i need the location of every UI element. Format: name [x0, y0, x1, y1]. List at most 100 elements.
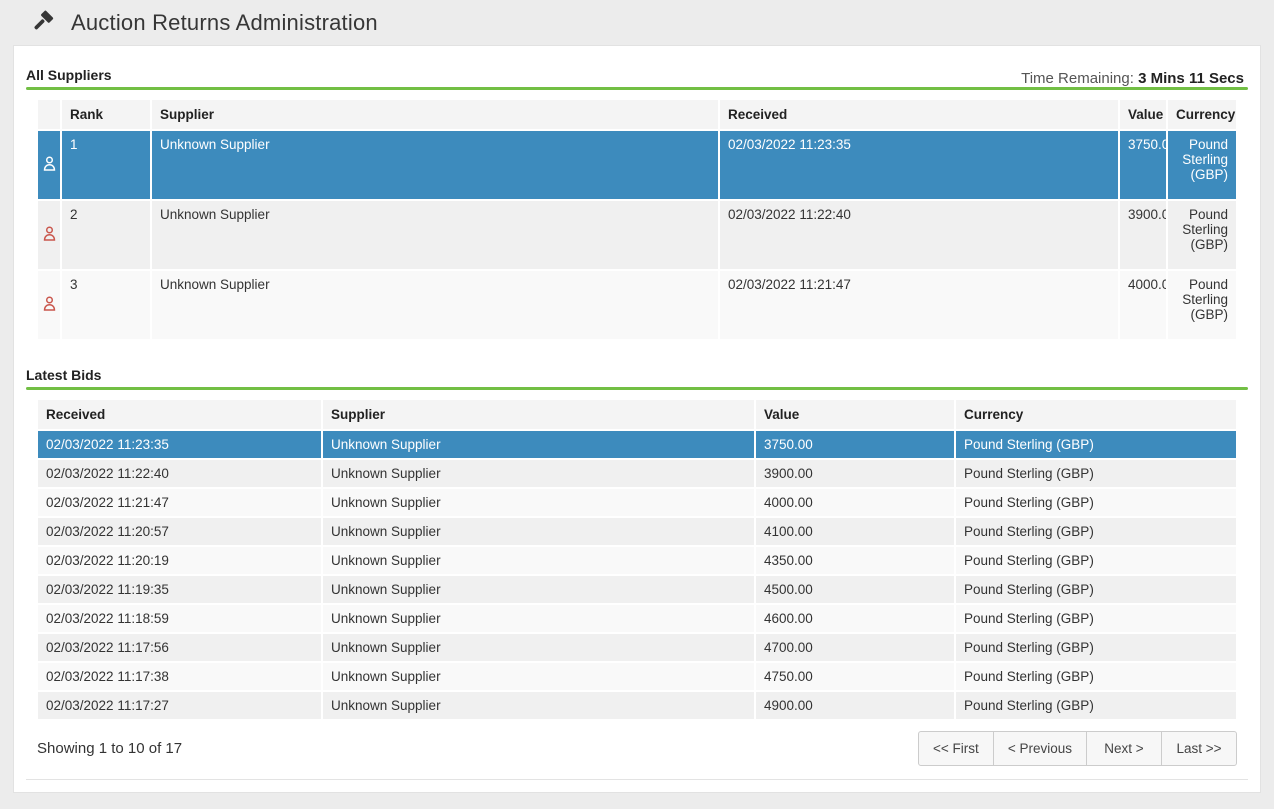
pagination: << First < Previous Next > Last >> — [918, 731, 1237, 766]
value-cell: 4100.00 — [755, 517, 955, 546]
status-column-header — [37, 99, 61, 130]
received-cell: 02/03/2022 11:19:35 — [37, 575, 322, 604]
section-divider — [26, 387, 1248, 390]
currency-cell: Pound Sterling (GBP) — [1167, 270, 1237, 340]
next-page-button[interactable]: Next > — [1086, 731, 1162, 766]
received-cell: 02/03/2022 11:17:56 — [37, 633, 322, 662]
supplier-cell: Unknown Supplier — [322, 488, 755, 517]
page-header: Auction Returns Administration — [0, 0, 1274, 45]
received-column-header: Received — [37, 399, 322, 430]
received-cell: 02/03/2022 11:22:40 — [37, 459, 322, 488]
table-row[interactable]: 02/03/2022 11:18:59 Unknown Supplier 460… — [37, 604, 1237, 633]
supplier-cell: Unknown Supplier — [151, 270, 719, 340]
page-title: Auction Returns Administration — [71, 10, 378, 36]
value-cell: 4350.00 — [755, 546, 955, 575]
value-cell: 4600.00 — [755, 604, 955, 633]
supplier-cell: Unknown Supplier — [322, 633, 755, 662]
supplier-cell: Unknown Supplier — [322, 575, 755, 604]
received-cell: 02/03/2022 11:23:35 — [719, 130, 1119, 200]
received-cell: 02/03/2022 11:17:38 — [37, 662, 322, 691]
table-header-row: Rank Supplier Received Value Currency — [37, 99, 1237, 130]
received-column-header: Received — [719, 99, 1119, 130]
table-row[interactable]: 02/03/2022 11:17:38 Unknown Supplier 475… — [37, 662, 1237, 691]
value-cell: 4900.00 — [755, 691, 955, 720]
first-page-button[interactable]: << First — [918, 731, 994, 766]
table-row[interactable]: 2 Unknown Supplier 02/03/2022 11:22:40 3… — [37, 200, 1237, 270]
supplier-cell: Unknown Supplier — [151, 130, 719, 200]
supplier-cell: Unknown Supplier — [322, 517, 755, 546]
currency-cell: Pound Sterling (GBP) — [955, 517, 1237, 546]
time-remaining: Time Remaining: 3 Mins 11 Secs — [1021, 70, 1244, 87]
last-page-button[interactable]: Last >> — [1161, 731, 1237, 766]
received-cell: 02/03/2022 11:20:57 — [37, 517, 322, 546]
table-row[interactable]: 02/03/2022 11:22:40 Unknown Supplier 390… — [37, 459, 1237, 488]
table-row[interactable]: 02/03/2022 11:20:19 Unknown Supplier 435… — [37, 546, 1237, 575]
received-cell: 02/03/2022 11:17:27 — [37, 691, 322, 720]
value-cell: 4500.00 — [755, 575, 955, 604]
currency-cell: Pound Sterling (GBP) — [1167, 130, 1237, 200]
value-cell: 3750.00 — [1119, 130, 1167, 200]
value-cell: 4700.00 — [755, 633, 955, 662]
currency-cell: Pound Sterling (GBP) — [955, 662, 1237, 691]
table-row[interactable]: 02/03/2022 11:19:35 Unknown Supplier 450… — [37, 575, 1237, 604]
value-cell: 3900.00 — [755, 459, 955, 488]
all-suppliers-table: Rank Supplier Received Value Currency 1 … — [37, 99, 1237, 340]
supplier-cell: Unknown Supplier — [322, 691, 755, 720]
person-offline-icon — [42, 225, 57, 242]
value-cell: 4750.00 — [755, 662, 955, 691]
value-column-header: Value — [1119, 99, 1167, 130]
latest-bids-title: Latest Bids — [26, 367, 1248, 383]
currency-cell: Pound Sterling (GBP) — [955, 691, 1237, 720]
currency-cell: Pound Sterling (GBP) — [955, 575, 1237, 604]
table-row[interactable]: 02/03/2022 11:17:27 Unknown Supplier 490… — [37, 691, 1237, 720]
currency-column-header: Currency — [955, 399, 1237, 430]
table-row[interactable]: 02/03/2022 11:17:56 Unknown Supplier 470… — [37, 633, 1237, 662]
rank-cell: 3 — [61, 270, 151, 340]
received-cell: 02/03/2022 11:21:47 — [719, 270, 1119, 340]
table-row[interactable]: 02/03/2022 11:20:57 Unknown Supplier 410… — [37, 517, 1237, 546]
value-cell: 4000.00 — [755, 488, 955, 517]
bottom-divider — [26, 779, 1248, 780]
main-panel: Time Remaining: 3 Mins 11 Secs All Suppl… — [13, 45, 1261, 793]
rank-cell: 1 — [61, 130, 151, 200]
table-row[interactable]: 02/03/2022 11:23:35 Unknown Supplier 375… — [37, 430, 1237, 459]
currency-cell: Pound Sterling (GBP) — [955, 633, 1237, 662]
currency-cell: Pound Sterling (GBP) — [955, 546, 1237, 575]
currency-cell: Pound Sterling (GBP) — [955, 488, 1237, 517]
currency-cell: Pound Sterling (GBP) — [955, 459, 1237, 488]
section-divider — [26, 87, 1248, 90]
supplier-cell: Unknown Supplier — [151, 200, 719, 270]
table-row[interactable]: 02/03/2022 11:21:47 Unknown Supplier 400… — [37, 488, 1237, 517]
currency-cell: Pound Sterling (GBP) — [955, 430, 1237, 459]
person-online-icon — [42, 155, 57, 172]
gavel-icon — [30, 9, 57, 36]
latest-bids-table: Received Supplier Value Currency 02/03/2… — [37, 399, 1237, 720]
table-row[interactable]: 1 Unknown Supplier 02/03/2022 11:23:35 3… — [37, 130, 1237, 200]
value-cell: 3900.00 — [1119, 200, 1167, 270]
currency-column-header: Currency — [1167, 99, 1237, 130]
time-remaining-value: 3 Mins 11 Secs — [1138, 70, 1244, 87]
showing-results-text: Showing 1 to 10 of 17 — [37, 740, 182, 757]
currency-cell: Pound Sterling (GBP) — [955, 604, 1237, 633]
value-cell: 4000.00 — [1119, 270, 1167, 340]
supplier-cell: Unknown Supplier — [322, 546, 755, 575]
received-cell: 02/03/2022 11:21:47 — [37, 488, 322, 517]
value-column-header: Value — [755, 399, 955, 430]
table-footer: Showing 1 to 10 of 17 << First < Previou… — [37, 731, 1237, 766]
supplier-cell: Unknown Supplier — [322, 662, 755, 691]
supplier-cell: Unknown Supplier — [322, 604, 755, 633]
received-cell: 02/03/2022 11:23:35 — [37, 430, 322, 459]
all-suppliers-section-head: Time Remaining: 3 Mins 11 Secs All Suppl… — [26, 67, 1248, 90]
time-remaining-label: Time Remaining: — [1021, 70, 1134, 87]
supplier-cell: Unknown Supplier — [322, 459, 755, 488]
received-cell: 02/03/2022 11:22:40 — [719, 200, 1119, 270]
table-row[interactable]: 3 Unknown Supplier 02/03/2022 11:21:47 4… — [37, 270, 1237, 340]
received-cell: 02/03/2022 11:20:19 — [37, 546, 322, 575]
table-header-row: Received Supplier Value Currency — [37, 399, 1237, 430]
currency-cell: Pound Sterling (GBP) — [1167, 200, 1237, 270]
supplier-cell: Unknown Supplier — [322, 430, 755, 459]
rank-column-header: Rank — [61, 99, 151, 130]
received-cell: 02/03/2022 11:18:59 — [37, 604, 322, 633]
previous-page-button[interactable]: < Previous — [993, 731, 1087, 766]
person-offline-icon — [42, 295, 57, 312]
